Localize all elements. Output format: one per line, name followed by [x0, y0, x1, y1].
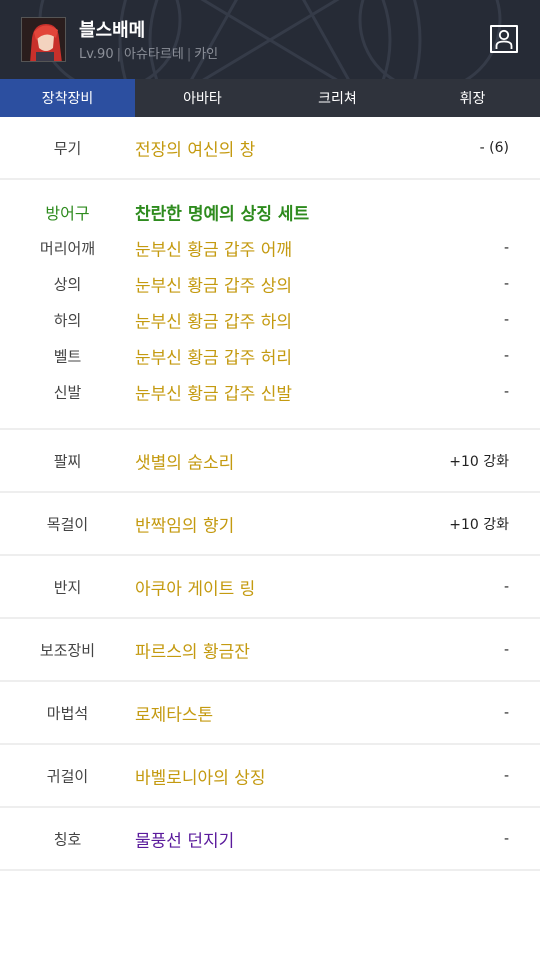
item-name: 눈부신 황금 갑주 허리 [135, 348, 292, 369]
tab-emblem[interactable]: 휘장 [405, 79, 540, 117]
character-level: Lv.90 [79, 47, 114, 62]
item-name: 샛별의 숨소리 [135, 453, 235, 473]
slot-label: 무기 [53, 139, 82, 157]
item-value: - [503, 240, 509, 256]
slot-label: 머리어깨 [39, 239, 96, 258]
item-value: - [503, 641, 509, 658]
accessory-section-bracelet: 팔찌 샛별의 숨소리 +10 강화 [0, 430, 540, 493]
slot-label: 마법석 [46, 704, 89, 722]
item-value: - [503, 276, 509, 292]
character-portrait-icon [22, 18, 65, 61]
slot-label: 상의 [53, 275, 82, 294]
item-name: 바벨로니아의 상징 [135, 768, 266, 788]
character-server: 카인 [194, 47, 219, 62]
item-name: 전장의 여신의 창 [135, 140, 256, 160]
item-value: - [503, 704, 509, 721]
item-value: - [503, 830, 509, 847]
item-name: 눈부신 황금 갑주 신발 [135, 384, 292, 405]
equipment-row-ring[interactable]: 반지 아쿠아 게이트 링 - [0, 556, 540, 617]
accessory-section-magicstone: 마법석 로제타스톤 - [0, 682, 540, 745]
weapon-section: 무기 전장의 여신의 창 - (6) [0, 117, 540, 180]
tab-equipment[interactable]: 장착장비 [0, 79, 135, 117]
item-value: - [503, 767, 509, 784]
accessory-section-necklace: 목걸이 반짝임의 향기 +10 강화 [0, 493, 540, 556]
item-name: 물풍선 던지기 [135, 831, 235, 851]
item-value: - [503, 384, 509, 400]
tab-bar: 장착장비 아바타 크리쳐 휘장 [0, 79, 540, 117]
tab-creature[interactable]: 크리쳐 [270, 79, 405, 117]
item-value: - [503, 312, 509, 328]
accessory-section-ring: 반지 아쿠아 게이트 링 - [0, 556, 540, 619]
item-value: +10 강화 [449, 453, 509, 470]
armor-set-row[interactable]: 방어구 찬란한 명예의 상징 세트 [0, 197, 540, 227]
slot-label: 팔찌 [53, 452, 82, 470]
equipment-row-magicstone[interactable]: 마법석 로제타스톤 - [0, 682, 540, 743]
equipment-row-belt[interactable]: 벨트 눈부신 황금 갑주 허리 - [0, 341, 540, 371]
person-icon [495, 29, 513, 49]
character-avatar[interactable] [21, 17, 66, 62]
equipment-row-support[interactable]: 보조장비 파르스의 황금잔 - [0, 619, 540, 680]
equipment-row-top[interactable]: 상의 눈부신 황금 갑주 상의 - [0, 269, 540, 299]
item-value: - (6) [479, 139, 509, 156]
slot-label: 목걸이 [46, 515, 89, 533]
item-value: +10 강화 [449, 516, 509, 533]
item-name: 눈부신 황금 갑주 상의 [135, 276, 292, 297]
profile-button[interactable] [490, 25, 518, 53]
equipment-row-bottom[interactable]: 하의 눈부신 황금 갑주 하의 - [0, 305, 540, 335]
item-value: - [503, 348, 509, 364]
armor-set-label: 방어구 [45, 204, 90, 223]
divider: | [116, 47, 121, 62]
slot-label: 벨트 [53, 347, 82, 366]
item-name: 눈부신 황금 갑주 하의 [135, 312, 292, 333]
equipment-row-necklace[interactable]: 목걸이 반짝임의 향기 +10 강화 [0, 493, 540, 554]
slot-label: 칭호 [53, 830, 82, 848]
accessory-section-support: 보조장비 파르스의 황금잔 - [0, 619, 540, 682]
tab-avatar[interactable]: 아바타 [135, 79, 270, 117]
equipment-row-weapon[interactable]: 무기 전장의 여신의 창 - (6) [0, 117, 540, 178]
accessory-section-earring: 귀걸이 바벨로니아의 상징 - [0, 745, 540, 808]
slot-label: 귀걸이 [46, 767, 89, 785]
profile-header: 블스배메 Lv.90 | 아슈타르테 | 카인 [0, 0, 540, 79]
equipment-row-shoes[interactable]: 신발 눈부신 황금 갑주 신발 - [0, 377, 540, 407]
slot-label: 보조장비 [39, 641, 96, 659]
equipment-row-shoulder[interactable]: 머리어깨 눈부신 황금 갑주 어깨 - [0, 233, 540, 263]
accessory-section-title: 칭호 물풍선 던지기 - [0, 808, 540, 871]
character-info: Lv.90 | 아슈타르테 | 카인 [79, 43, 218, 62]
equipment-row-earring[interactable]: 귀걸이 바벨로니아의 상징 - [0, 745, 540, 806]
armor-set-name: 찬란한 명예의 상징 세트 [135, 204, 310, 225]
character-job: 아슈타르테 [124, 47, 184, 62]
item-name: 눈부신 황금 갑주 어깨 [135, 240, 292, 261]
item-name: 로제타스톤 [135, 705, 214, 725]
slot-label: 신발 [53, 383, 82, 402]
equipment-row-title[interactable]: 칭호 물풍선 던지기 - [0, 808, 540, 869]
item-name: 아쿠아 게이트 링 [135, 579, 256, 599]
item-value: - [503, 578, 509, 595]
slot-label: 하의 [53, 311, 82, 330]
armor-section: 방어구 찬란한 명예의 상징 세트 머리어깨 눈부신 황금 갑주 어깨 - 상의… [0, 180, 540, 430]
equipment-list: 무기 전장의 여신의 창 - (6) 방어구 찬란한 명예의 상징 세트 머리어… [0, 117, 540, 871]
equipment-row-bracelet[interactable]: 팔찌 샛별의 숨소리 +10 강화 [0, 430, 540, 491]
character-name: 블스배메 [79, 20, 146, 41]
item-name: 반짝임의 향기 [135, 516, 235, 536]
item-name: 파르스의 황금잔 [135, 642, 250, 662]
divider: | [186, 47, 192, 62]
slot-label: 반지 [53, 578, 82, 596]
